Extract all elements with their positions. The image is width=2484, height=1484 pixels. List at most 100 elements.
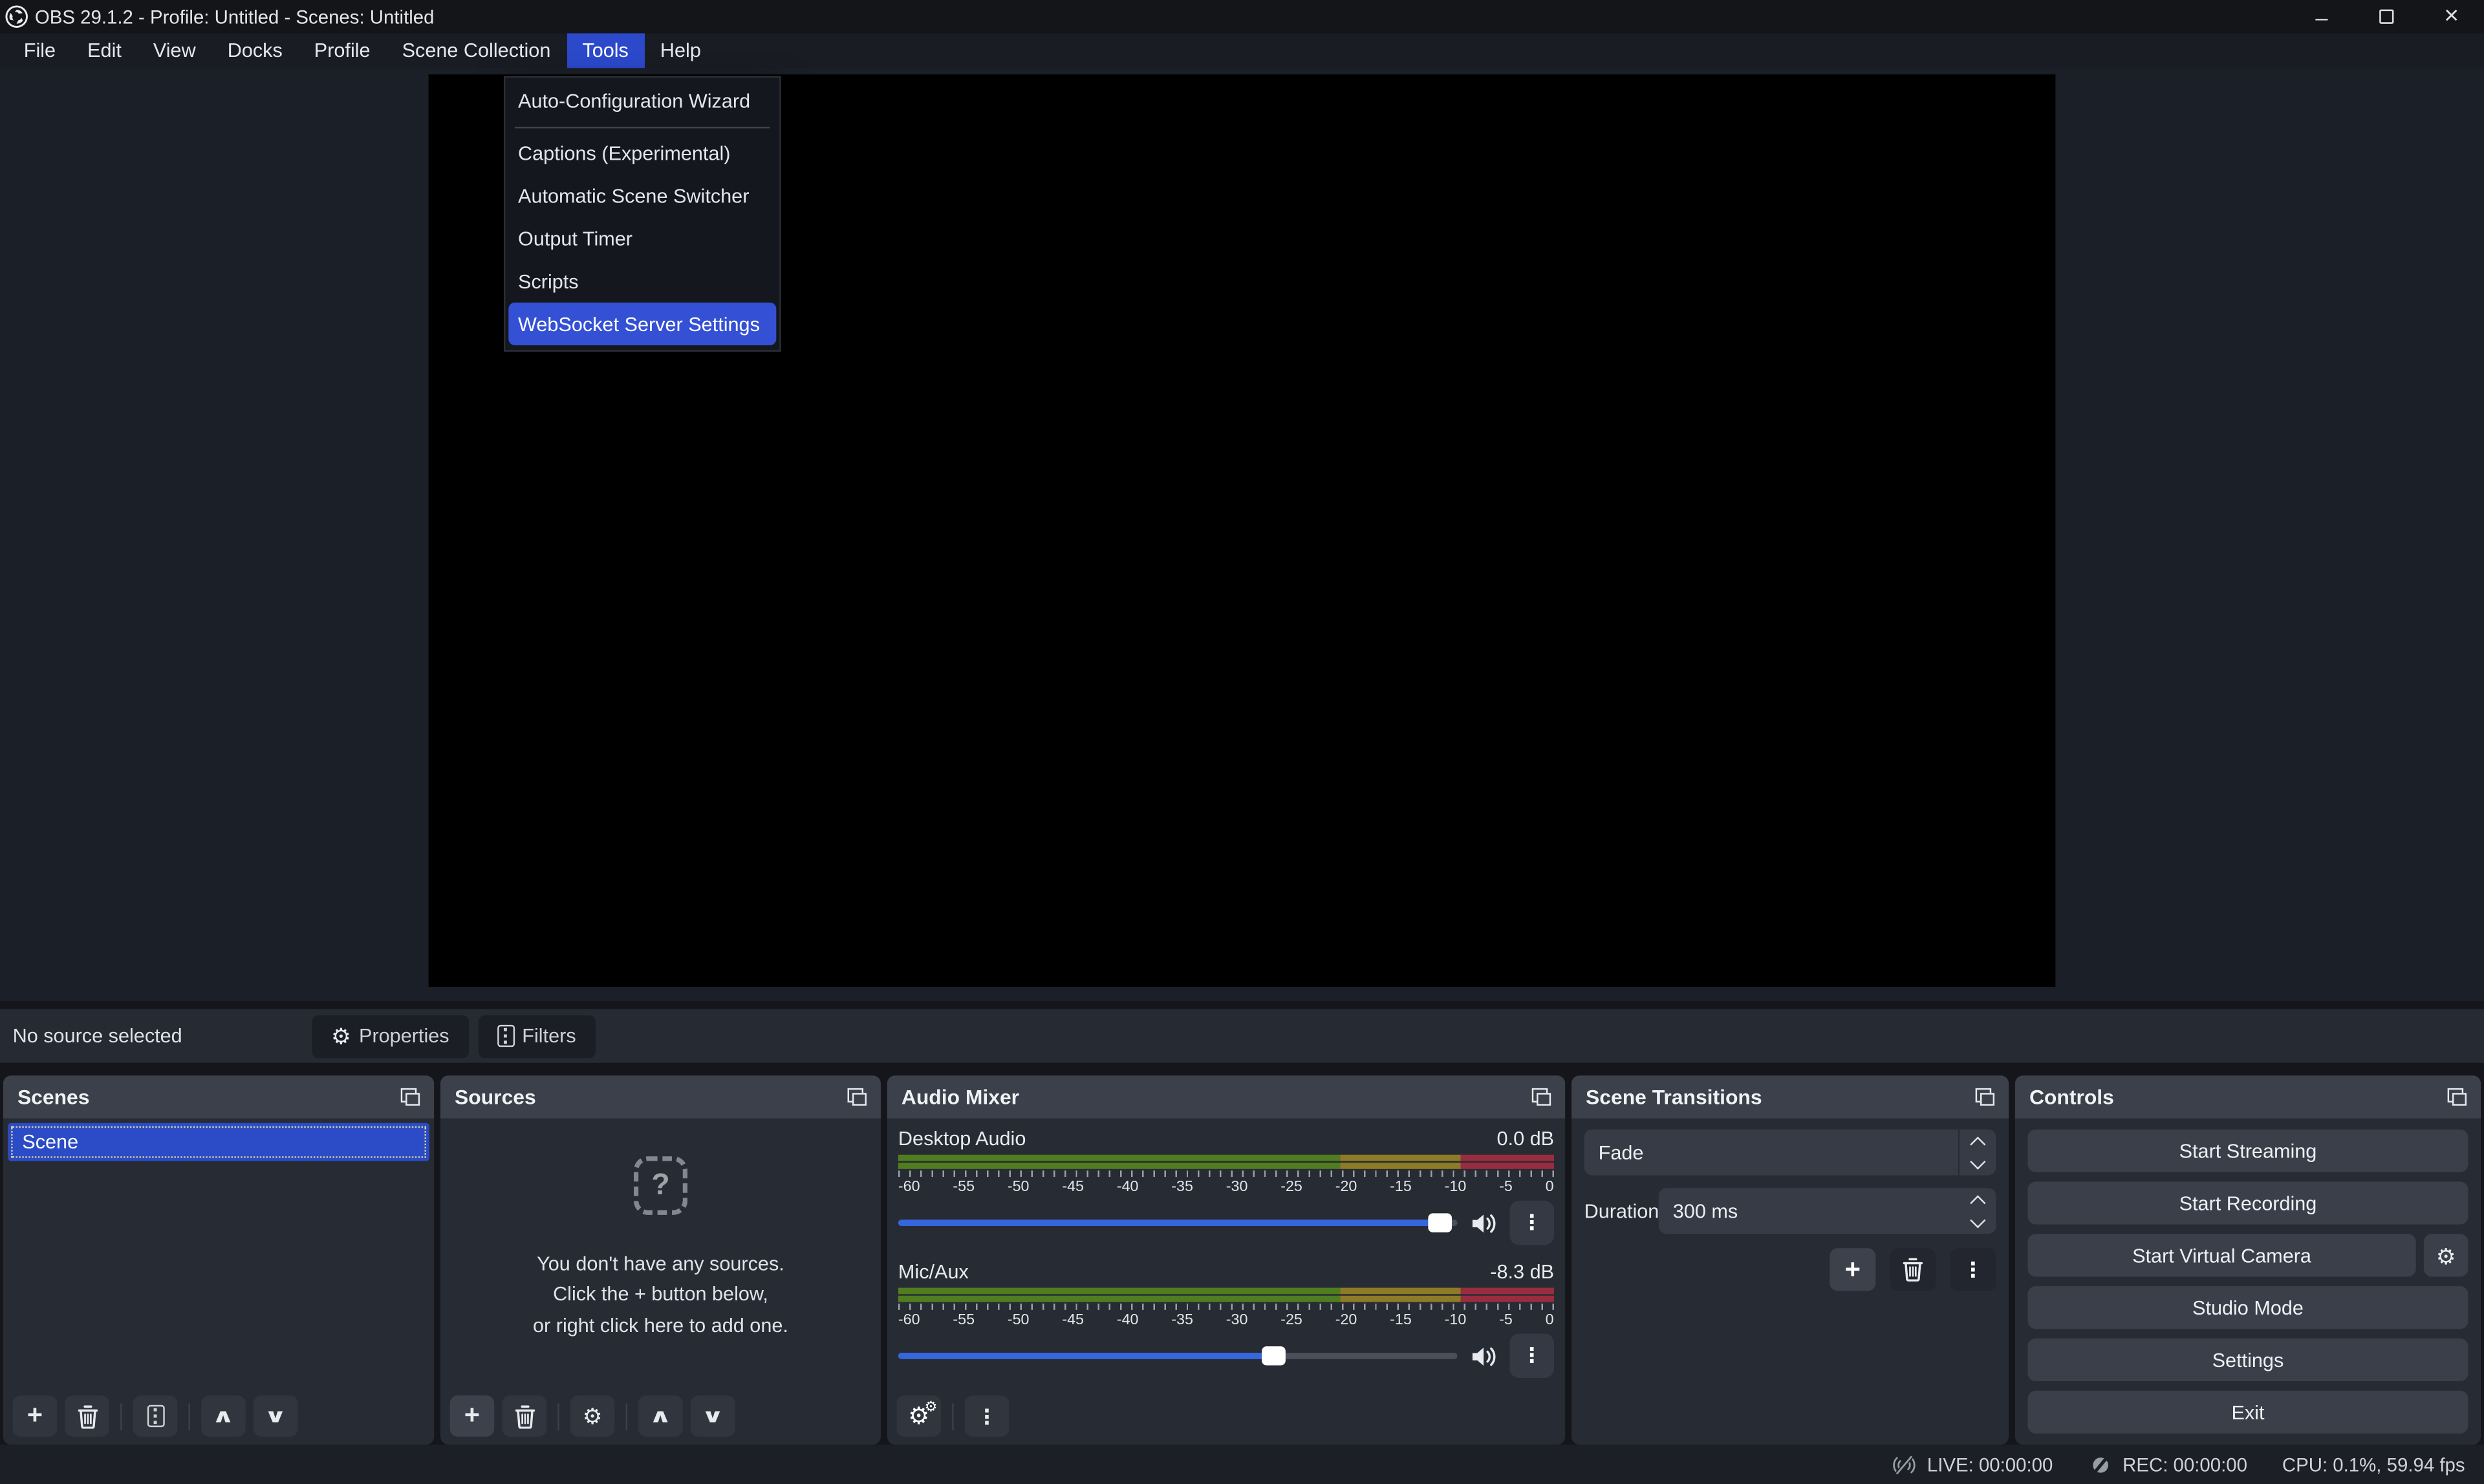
select-spinner[interactable] bbox=[1958, 1130, 1996, 1176]
move-source-up-button[interactable]: ∧ bbox=[638, 1395, 683, 1437]
duration-spinner[interactable] bbox=[1958, 1188, 1996, 1234]
scenes-header[interactable]: Scenes bbox=[3, 1075, 434, 1118]
dots-icon: ⋮ bbox=[1963, 1257, 1983, 1282]
transition-value: Fade bbox=[1584, 1141, 1644, 1163]
record-icon bbox=[2088, 1452, 2113, 1477]
menu-scene-collection[interactable]: Scene Collection bbox=[386, 33, 567, 68]
toolbar-separator bbox=[189, 1403, 190, 1430]
duration-label: Duration bbox=[1584, 1200, 1659, 1222]
mixer-channel-mic-aux: Mic/Aux -8.3 dB -60-55-50-45-40-35-30-25… bbox=[898, 1261, 1554, 1380]
sources-list[interactable]: ? You don't have any sources. Click the … bbox=[440, 1118, 881, 1445]
menu-item-scripts[interactable]: Scripts bbox=[505, 260, 779, 303]
menu-edit[interactable]: Edit bbox=[72, 33, 138, 68]
slider-handle[interactable] bbox=[1429, 1213, 1453, 1232]
scale-tick-label: -15 bbox=[1390, 1179, 1412, 1196]
scale-tick-label: -50 bbox=[1008, 1311, 1030, 1329]
restore-button[interactable] bbox=[2354, 0, 2419, 33]
mixer-channel-desktop-audio: Desktop Audio 0.0 dB -60-55-50-45-40-35-… bbox=[898, 1128, 1554, 1247]
scale-tick-label: -5 bbox=[1499, 1179, 1513, 1196]
filters-icon bbox=[147, 1405, 164, 1427]
gear-icon: ⚙ bbox=[583, 1405, 603, 1427]
source-toolbar: No source selected ⚙ Properties Filters bbox=[0, 1009, 2484, 1062]
scale-tick-label: -45 bbox=[1062, 1179, 1084, 1196]
channel-name: Mic/Aux bbox=[898, 1261, 969, 1283]
speaker-icon[interactable] bbox=[1470, 1211, 1497, 1235]
sources-header[interactable]: Sources bbox=[440, 1075, 881, 1118]
menu-docks[interactable]: Docks bbox=[211, 33, 298, 68]
menu-tools[interactable]: Tools bbox=[567, 33, 644, 68]
settings-button[interactable]: Settings bbox=[2027, 1339, 2468, 1381]
plus-icon: + bbox=[1845, 1254, 1861, 1285]
close-button[interactable]: × bbox=[2419, 0, 2484, 33]
exit-button[interactable]: Exit bbox=[2027, 1391, 2468, 1434]
add-source-button[interactable]: + bbox=[450, 1395, 495, 1437]
menu-item-automatic-scene-switcher[interactable]: Automatic Scene Switcher bbox=[505, 174, 779, 217]
scene-transitions-header[interactable]: Scene Transitions bbox=[1571, 1075, 2009, 1118]
duration-value: 300 ms bbox=[1659, 1200, 1738, 1222]
empty-line-2: Click the + button below, bbox=[533, 1280, 788, 1311]
menu-help[interactable]: Help bbox=[644, 33, 717, 68]
move-scene-up-button[interactable]: ∧ bbox=[201, 1395, 246, 1437]
start-streaming-button[interactable]: Start Streaming bbox=[2027, 1130, 2468, 1172]
menu-item-captions[interactable]: Captions (Experimental) bbox=[505, 131, 779, 174]
minimize-button[interactable]: – bbox=[2289, 0, 2354, 33]
scale-tick-label: -20 bbox=[1335, 1179, 1357, 1196]
channel-options-button[interactable]: ⋮ bbox=[1509, 1201, 1554, 1245]
trash-icon bbox=[77, 1404, 98, 1428]
start-recording-button[interactable]: Start Recording bbox=[2027, 1181, 2468, 1224]
scale-tick-label: -30 bbox=[1226, 1311, 1248, 1329]
start-virtual-camera-button[interactable]: Start Virtual Camera bbox=[2027, 1234, 2415, 1276]
popout-icon bbox=[1532, 1088, 1551, 1106]
popout-icon bbox=[1976, 1088, 1994, 1106]
question-glyph: ? bbox=[651, 1168, 669, 1203]
menu-profile[interactable]: Profile bbox=[298, 33, 386, 68]
speaker-icon[interactable] bbox=[1470, 1344, 1497, 1368]
add-transition-button[interactable]: + bbox=[1830, 1248, 1875, 1291]
controls-header[interactable]: Controls bbox=[2015, 1075, 2481, 1118]
scene-filters-button[interactable] bbox=[133, 1395, 178, 1437]
remove-scene-button[interactable] bbox=[65, 1395, 109, 1437]
scenes-panel: Scenes Scene + ∧ ∨ bbox=[3, 1075, 434, 1445]
remove-transition-button[interactable] bbox=[1890, 1248, 1936, 1291]
studio-mode-button[interactable]: Studio Mode bbox=[2027, 1286, 2468, 1329]
source-properties-button[interactable]: ⚙ bbox=[570, 1395, 615, 1437]
mixer-options-button[interactable]: ⋮ bbox=[965, 1395, 1010, 1437]
volume-slider[interactable] bbox=[898, 1212, 1458, 1234]
live-time: LIVE: 00:00:00 bbox=[1927, 1454, 2053, 1476]
chevron-up-icon: ∧ bbox=[211, 1406, 235, 1425]
transition-select[interactable]: Fade bbox=[1584, 1130, 1996, 1176]
scene-list-item[interactable]: Scene bbox=[8, 1123, 429, 1161]
menu-item-auto-configuration-wizard[interactable]: Auto-Configuration Wizard bbox=[505, 79, 779, 122]
scale-tick-label: -60 bbox=[898, 1311, 920, 1329]
properties-button[interactable]: ⚙ Properties bbox=[312, 1015, 468, 1057]
popout-icon bbox=[401, 1088, 420, 1106]
scenes-title: Scenes bbox=[17, 1085, 90, 1109]
filters-button[interactable]: Filters bbox=[478, 1015, 595, 1057]
menu-file[interactable]: File bbox=[8, 33, 71, 68]
advanced-audio-button[interactable]: ⚙⚙ bbox=[896, 1395, 941, 1437]
scale-tick-label: 0 bbox=[1546, 1311, 1554, 1329]
add-scene-button[interactable]: + bbox=[13, 1395, 58, 1437]
slider-handle[interactable] bbox=[1261, 1346, 1285, 1365]
virtual-camera-settings-button[interactable]: ⚙ bbox=[2424, 1234, 2468, 1276]
toolbar-separator bbox=[120, 1403, 122, 1430]
scale-tick-label: -55 bbox=[953, 1311, 975, 1329]
menu-view[interactable]: View bbox=[137, 33, 211, 68]
dots-icon: ⋮ bbox=[977, 1406, 997, 1426]
chevron-down-icon bbox=[1969, 1212, 1985, 1227]
menu-item-websocket-server-settings[interactable]: WebSocket Server Settings bbox=[508, 303, 776, 345]
move-scene-down-button[interactable]: ∨ bbox=[254, 1395, 298, 1437]
menu-item-output-timer[interactable]: Output Timer bbox=[505, 217, 779, 260]
channel-options-button[interactable]: ⋮ bbox=[1509, 1334, 1554, 1379]
rec-status: REC: 00:00:00 bbox=[2088, 1452, 2247, 1477]
duration-spinbox[interactable]: 300 ms bbox=[1659, 1188, 1996, 1234]
chevron-down-icon: ∨ bbox=[701, 1406, 724, 1425]
status-bar: LIVE: 00:00:00 REC: 00:00:00 CPU: 0.1%, … bbox=[0, 1445, 2484, 1484]
transition-options-button[interactable]: ⋮ bbox=[1950, 1248, 1996, 1291]
remove-source-button[interactable] bbox=[502, 1395, 547, 1437]
audio-mixer-header[interactable]: Audio Mixer bbox=[887, 1075, 1565, 1118]
trash-icon bbox=[1903, 1258, 1923, 1282]
move-source-down-button[interactable]: ∨ bbox=[691, 1395, 735, 1437]
scale-tick-label: -30 bbox=[1226, 1179, 1248, 1196]
volume-slider[interactable] bbox=[898, 1345, 1458, 1367]
